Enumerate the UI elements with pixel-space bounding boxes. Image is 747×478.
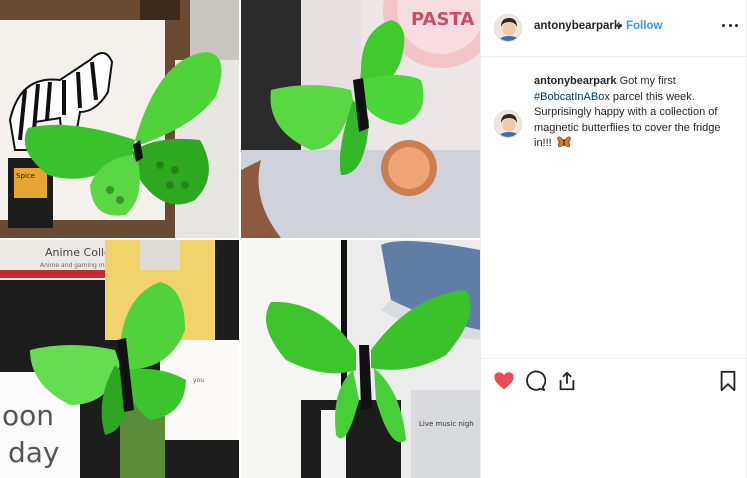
avatar[interactable] [494, 14, 522, 42]
photo-tile-3-art: Anime Colle Anime and gaming me oon day … [0, 240, 239, 478]
photo-tile-4-art: Live music nigh [241, 240, 480, 478]
share-icon[interactable] [556, 370, 578, 392]
photo-tile-4: Live music nigh [241, 240, 480, 478]
music-card-text: Live music nigh [419, 420, 474, 428]
caption-text-before: Got my first [619, 75, 676, 87]
avatar-image [495, 15, 521, 41]
note-text: you [193, 377, 204, 384]
spice-label: Spice [16, 172, 35, 180]
anime-card-text: Anime and gaming me [40, 262, 109, 269]
photo-tile-2: PASTA [241, 0, 480, 238]
sign-text-day: day [8, 436, 60, 469]
photo-tile-3: Anime Colle Anime and gaming me oon day … [0, 240, 239, 478]
bookmark-icon-shape [720, 370, 736, 392]
heart-icon-shape [494, 372, 514, 390]
photo-tile-1-art: Spice [0, 0, 239, 238]
caption-avatar[interactable] [494, 110, 522, 138]
post-photo[interactable]: Spice PASTA Anime Colle Anime and gaming… [0, 0, 480, 478]
butterfly-emoji-icon [557, 136, 571, 148]
more-options-icon[interactable] [720, 15, 740, 35]
caption-hashtag[interactable]: #BobcatInABox [534, 91, 610, 103]
comment-icon[interactable] [524, 370, 547, 392]
caption-username[interactable]: antonybearpark [534, 75, 617, 87]
post-username[interactable]: antonybearpark [534, 20, 620, 32]
post-actions [481, 358, 746, 404]
photo-divider-horizontal [0, 238, 480, 240]
comments-section: antonybearpark Got my first #BobcatInABo… [481, 58, 746, 358]
separator-dot: • [618, 18, 623, 33]
anime-brand-text: Anime Colle [45, 246, 111, 259]
post-header: antonybearpark • Follow [481, 0, 746, 57]
bookmark-icon[interactable] [717, 370, 739, 392]
share-icon-shape [559, 371, 575, 391]
caption-avatar-image [495, 111, 521, 137]
pasta-badge-text: PASTA [411, 9, 474, 30]
post-side-panel: antonybearpark • Follow antonybearpark G… [480, 0, 747, 478]
post-caption: antonybearpark Got my first #BobcatInABo… [534, 74, 734, 152]
sign-text-soon: oon [2, 399, 54, 432]
heart-icon[interactable] [493, 370, 515, 392]
photo-tile-1: Spice [0, 0, 239, 238]
photo-tile-2-art: PASTA [241, 0, 480, 238]
follow-button[interactable]: Follow [626, 20, 662, 32]
comment-icon-shape [526, 370, 547, 392]
